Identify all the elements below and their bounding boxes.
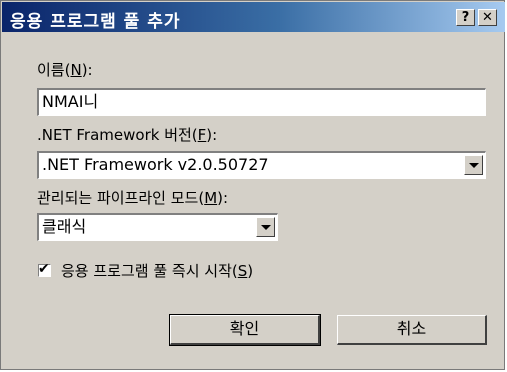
- add-application-pool-dialog: 응용 프로그램 풀 추가 ? ✕ 이름(N): NMAI니 .NET Frame…: [0, 0, 505, 370]
- chevron-down-icon: [469, 163, 479, 168]
- pipeline-dropdown-button[interactable]: [256, 217, 275, 237]
- checkmark-icon: ✔: [38, 261, 50, 277]
- window-title: 응용 프로그램 풀 추가: [10, 12, 181, 32]
- framework-version-value: .NET Framework v2.0.50727: [42, 155, 269, 174]
- framework-version-label: .NET Framework 버전(F):: [37, 126, 218, 144]
- pipeline-mode-value: 클래식: [42, 217, 87, 236]
- start-immediately-checkbox[interactable]: ✔: [38, 261, 51, 277]
- close-icon: ✕: [482, 10, 493, 25]
- framework-version-select[interactable]: .NET Framework v2.0.50727: [37, 151, 486, 179]
- title-bar[interactable]: 응용 프로그램 풀 추가 ? ✕: [2, 2, 505, 32]
- cancel-button[interactable]: 취소: [337, 315, 487, 345]
- help-icon: ?: [461, 10, 470, 25]
- name-input[interactable]: NMAI니: [37, 88, 486, 116]
- framework-dropdown-button[interactable]: [464, 155, 483, 175]
- chevron-down-icon: [261, 225, 271, 230]
- pipeline-mode-select[interactable]: 클래식: [37, 213, 278, 241]
- help-button[interactable]: ?: [456, 9, 475, 26]
- start-immediately-label[interactable]: 응용 프로그램 풀 즉시 시작(S): [61, 260, 253, 281]
- pipeline-mode-label: 관리되는 파이프라인 모드(M):: [37, 189, 229, 207]
- close-button[interactable]: ✕: [478, 9, 497, 26]
- ok-button[interactable]: 확인: [169, 314, 321, 346]
- name-label: 이름(N):: [37, 61, 93, 79]
